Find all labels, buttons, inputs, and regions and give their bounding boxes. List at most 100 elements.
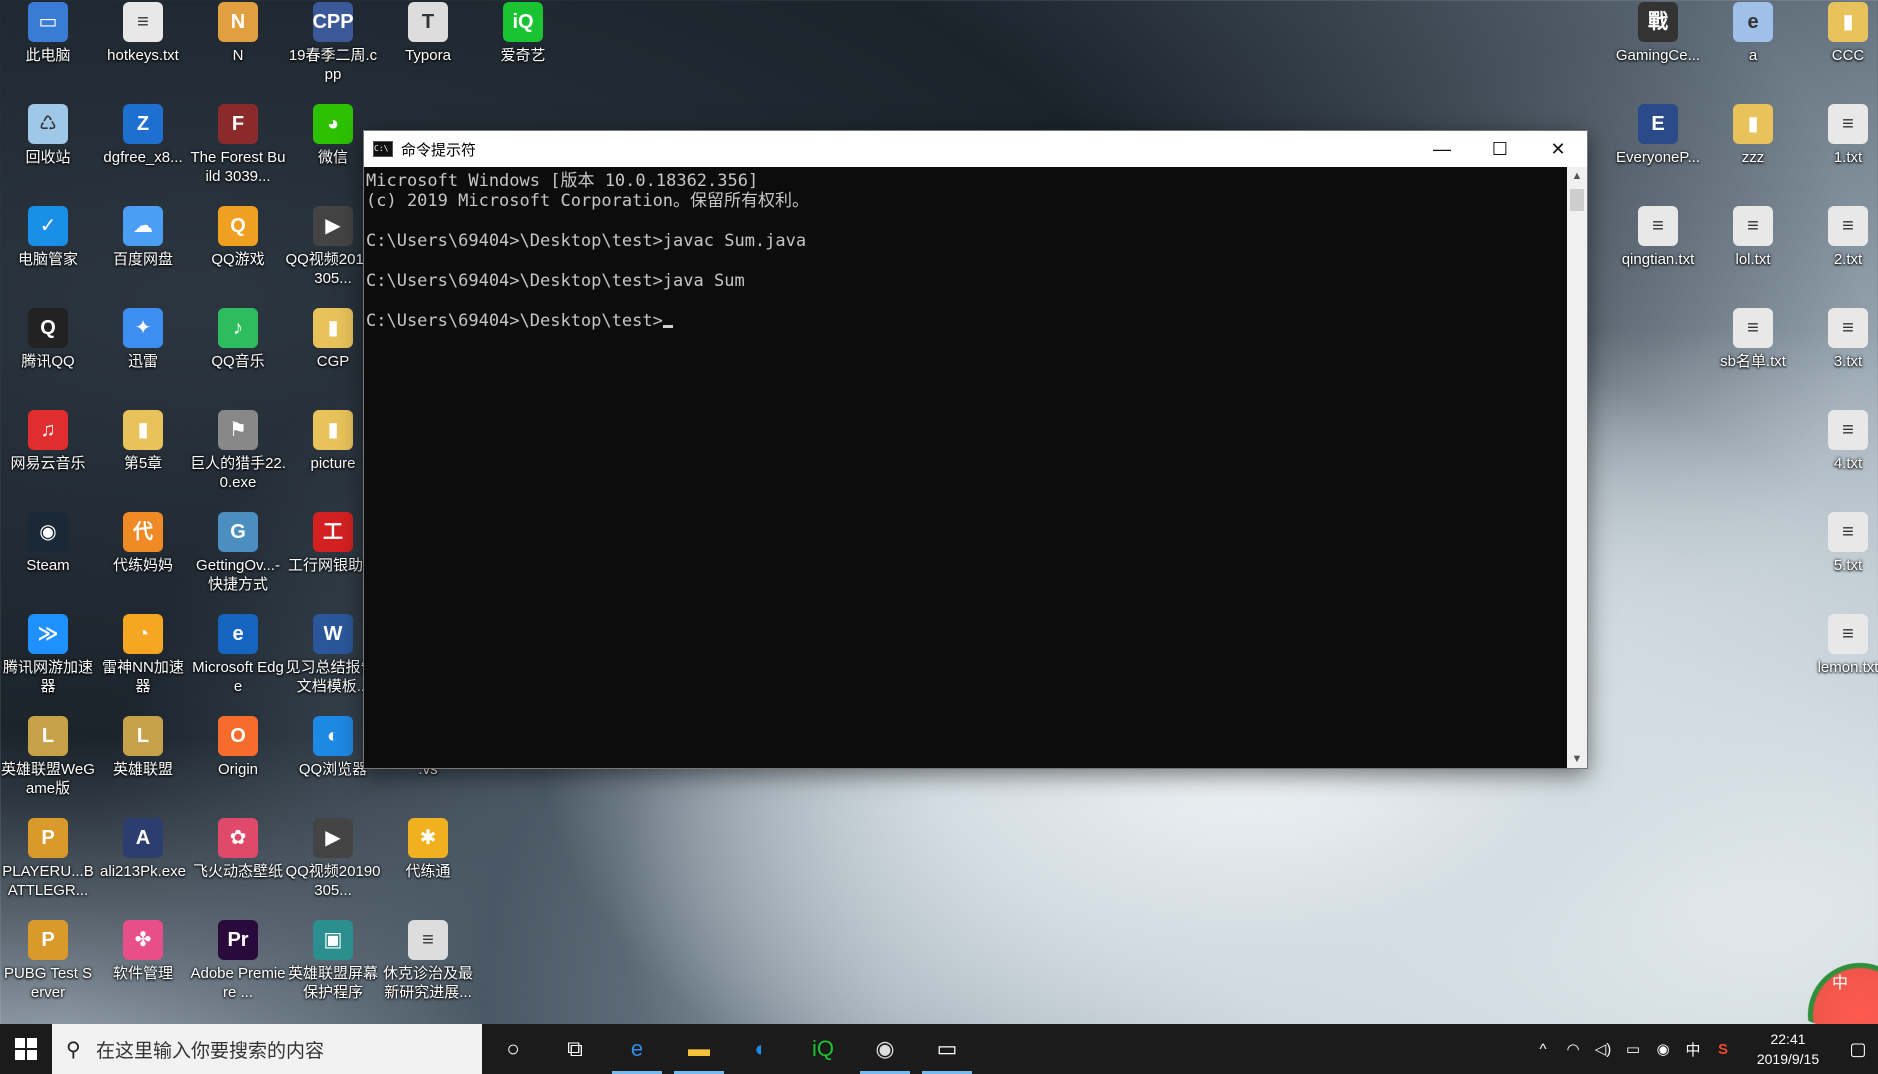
desktop-icon[interactable]: iQ 爱奇艺 <box>475 0 571 100</box>
typora-icon: T <box>408 2 448 42</box>
desktop-icon[interactable]: ♪ QQ音乐 <box>190 306 286 406</box>
desktop-icon[interactable]: 代代练妈妈 <box>95 510 191 610</box>
desktop-icon[interactable]: ≡ qingtian.txt <box>1610 204 1706 304</box>
folder-icon: ▮ <box>1733 104 1773 144</box>
cmd-titlebar[interactable]: C:\ 命令提示符 — ☐ ✕ <box>364 131 1587 167</box>
desktop-icon[interactable]: NN <box>190 0 286 100</box>
tray-qq-icon[interactable]: ◉ <box>1648 1040 1678 1058</box>
origin-icon: O <box>218 716 258 756</box>
ime-indicator[interactable]: 中 <box>1678 1039 1708 1060</box>
minimize-button[interactable]: — <box>1413 131 1471 167</box>
desktop-icon-label: Typora <box>405 47 451 64</box>
desktop-icon[interactable]: P PLAYERU...BATTLEGR... <box>0 816 96 916</box>
desktop-icon[interactable]: T Typora <box>380 0 476 100</box>
taskbar-file-explorer[interactable]: ▬ <box>668 1024 730 1074</box>
scroll-down-arrow[interactable]: ▼ <box>1567 750 1587 768</box>
text-file-icon: ≡ <box>1828 206 1868 246</box>
text-file-icon: ≡ <box>1733 206 1773 246</box>
desktop-icon[interactable]: ea <box>1705 0 1801 100</box>
icbc-icon: 工 <box>313 512 353 552</box>
desktop-icon[interactable]: L 英雄联盟WeGame版 <box>0 714 96 814</box>
desktop-icon[interactable]: ◉ Steam <box>0 510 96 610</box>
desktop-icon[interactable]: ▮ zzz <box>1705 102 1801 202</box>
maximize-button[interactable]: ☐ <box>1471 131 1529 167</box>
desktop-icon[interactable]: G GettingOv...-快捷方式 <box>190 510 286 610</box>
scroll-up-arrow[interactable]: ▲ <box>1567 167 1587 185</box>
text-file-icon: ≡ <box>1828 614 1868 654</box>
taskbar-qq-browser[interactable]: ◐ <box>730 1024 792 1074</box>
desktop-icon[interactable]: ▮ CCC <box>1800 0 1878 100</box>
network-icon[interactable]: ◠ <box>1558 1040 1588 1058</box>
desktop-icon[interactable]: ✤ 软件管理 <box>95 918 191 1018</box>
clock[interactable]: 22:41 2019/9/15 <box>1738 1029 1838 1069</box>
desktop-icon[interactable]: ≡ lemon.txt <box>1800 612 1878 712</box>
desktop-icon[interactable]: ✿ 飞火动态壁纸 <box>190 816 286 916</box>
desktop-icon[interactable]: ≡ hotkeys.txt <box>95 0 191 100</box>
desktop-icon[interactable]: ▣ 英雄联盟屏幕保护程序 <box>285 918 381 1018</box>
desktop-icon[interactable]: E EveryoneP... <box>1610 102 1706 202</box>
desktop-icon-label: 3.txt <box>1833 353 1863 370</box>
taskbar-search[interactable]: ⚲ 在这里输入你要搜索的内容 <box>52 1024 482 1074</box>
desktop-icon[interactable]: ≡ 1.txt <box>1800 102 1878 202</box>
desktop-icon[interactable]: ◔ 雷神NN加速器 <box>95 612 191 712</box>
ime-floating-widget[interactable]: 中 <box>1790 955 1878 1025</box>
desktop-icon[interactable]: ♫ 网易云音乐 <box>0 408 96 508</box>
cmd-window[interactable]: C:\ 命令提示符 — ☐ ✕ Microsoft Windows [版本 10… <box>363 130 1588 769</box>
desktop-icon[interactable]: Pr Adobe Premiere ... <box>190 918 286 1018</box>
clock-time: 22:41 <box>1770 1031 1806 1047</box>
scrollbar-thumb[interactable] <box>1570 189 1584 211</box>
scrollbar[interactable]: ▲ ▼ <box>1567 167 1587 768</box>
desktop-icon-label: a <box>1748 47 1758 64</box>
desktop-icon-label: GettingOv...-快捷方式 <box>196 557 280 593</box>
taskbar-edge[interactable]: e <box>606 1024 668 1074</box>
desktop-icon[interactable]: ✦ 迅雷 <box>95 306 191 406</box>
volume-icon[interactable]: ◁) <box>1588 1040 1618 1058</box>
taskbar-cmd[interactable]: ▭ <box>916 1024 978 1074</box>
desktop-icon[interactable]: Q QQ游戏 <box>190 204 286 304</box>
desktop-icon[interactable]: ≡ 4.txt <box>1800 408 1878 508</box>
notification-center-icon[interactable]: ▢ <box>1838 1039 1878 1060</box>
desktop-icon[interactable]: F The Forest Build 3039... <box>190 102 286 202</box>
close-button[interactable]: ✕ <box>1529 131 1587 167</box>
console-output[interactable]: Microsoft Windows [版本 10.0.18362.356] (c)… <box>364 167 1567 768</box>
tray-chevron-icon[interactable]: ^ <box>1528 1041 1558 1058</box>
desktop-icon[interactable]: CPP 19春季二周.cpp <box>285 0 381 100</box>
desktop-icon[interactable]: L 英雄联盟 <box>95 714 191 814</box>
desktop-icon[interactable]: Aali213Pk.exe <box>95 816 191 916</box>
desktop-icon[interactable]: Q 腾讯QQ <box>0 306 96 406</box>
desktop-icon[interactable]: e Microsoft Edge <box>190 612 286 712</box>
desktop-icon[interactable]: ≡ 5.txt <box>1800 510 1878 610</box>
desktop-icon[interactable]: O Origin <box>190 714 286 814</box>
desktop-icon[interactable]: ☁ 百度网盘 <box>95 204 191 304</box>
desktop-icon[interactable]: ▶ QQ视频20190305... <box>285 816 381 916</box>
desktop-icon[interactable]: P PUBG Test Server <box>0 918 96 1018</box>
desktop-icon[interactable]: Zdgfree_x8... <box>95 102 191 202</box>
desktop-icon[interactable]: ≡ 休克诊治及最新研究进展... <box>380 918 476 1018</box>
desktop-icon[interactable]: ⚑ 巨人的猎手22.0.exe <box>190 408 286 508</box>
desktop-icon[interactable]: ♺ 回收站 <box>0 102 96 202</box>
search-placeholder: 在这里输入你要搜索的内容 <box>96 1040 325 1062</box>
cortana-button[interactable]: ○ <box>482 1024 544 1074</box>
folder-icon: ▮ <box>123 410 163 450</box>
desktop-icon[interactable]: ≫ 腾讯网游加速器 <box>0 612 96 712</box>
sogou-ime-icon[interactable]: S <box>1708 1041 1738 1058</box>
desktop-icon-label: GamingCe... <box>1615 47 1701 64</box>
desktop-icon[interactable]: ≡ 3.txt <box>1800 306 1878 406</box>
game-shortcut-icon: G <box>218 512 258 552</box>
ime-float-label: 中 <box>1832 975 1849 992</box>
desktop-icon[interactable]: ✓ 电脑管家 <box>0 204 96 304</box>
taskbar-iqiyi[interactable]: iQ <box>792 1024 854 1074</box>
desktop-icon[interactable]: ▮ 第5章 <box>95 408 191 508</box>
desktop-icon[interactable]: 戰 GamingCe... <box>1610 0 1706 100</box>
desktop-icon[interactable]: ▭ 此电脑 <box>0 0 96 100</box>
desktop-icon[interactable]: ✱ 代练通 <box>380 816 476 916</box>
desktop-icon[interactable]: ≡ lol.txt <box>1705 204 1801 304</box>
task-view-button[interactable]: ⧉ <box>544 1024 606 1074</box>
system-tray: ^ ◠ ◁) ▭ ◉ 中 S 22:41 2019/9/15 ▢ <box>1528 1024 1878 1074</box>
taskbar-qq[interactable]: ◉ <box>854 1024 916 1074</box>
gaming-center-icon: 戰 <box>1638 2 1678 42</box>
desktop-icon[interactable]: ≡ sb名单.txt <box>1705 306 1801 406</box>
battery-icon[interactable]: ▭ <box>1618 1040 1648 1058</box>
desktop-icon[interactable]: ≡ 2.txt <box>1800 204 1878 304</box>
start-button[interactable] <box>0 1024 52 1074</box>
